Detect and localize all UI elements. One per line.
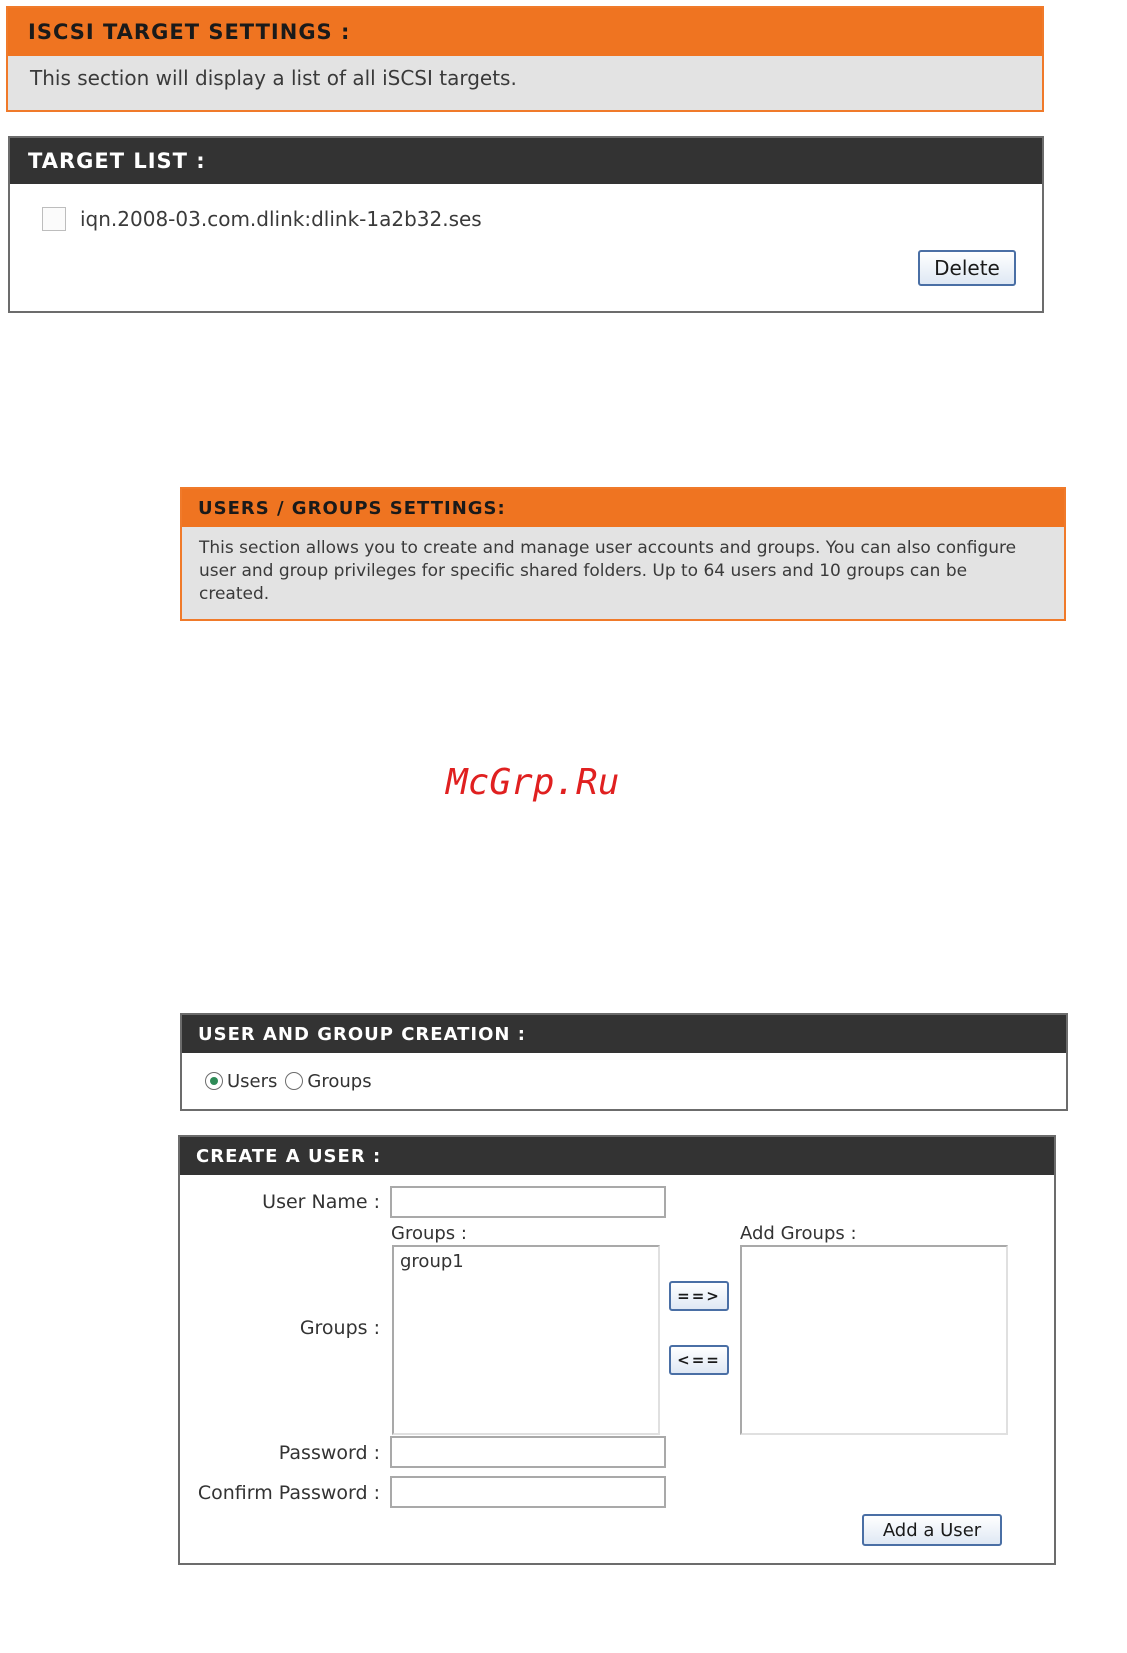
target-list-item: iqn.2008-03.com.dlink:dlink-1a2b32.ses [42, 206, 482, 232]
user-group-creation-title: USER AND GROUP CREATION : [182, 1015, 1066, 1053]
available-groups-list[interactable]: group1 [392, 1245, 660, 1435]
password-input[interactable] [390, 1436, 666, 1468]
users-radio[interactable] [205, 1072, 223, 1090]
delete-button[interactable]: Delete [918, 250, 1016, 286]
iscsi-target-settings-panel: ISCSI TARGET SETTINGS : This section wil… [6, 6, 1044, 112]
selected-groups-list[interactable] [740, 1245, 1008, 1435]
user-group-creation-panel: USER AND GROUP CREATION : Users Groups [180, 1013, 1068, 1111]
available-groups-label: Groups : [391, 1223, 467, 1244]
description-line: This section allows you to create and ma… [199, 538, 1017, 558]
target-iqn-label: iqn.2008-03.com.dlink:dlink-1a2b32.ses [80, 207, 482, 231]
create-user-panel: CREATE A USER : User Name : Groups : Gro… [178, 1135, 1056, 1565]
group-option[interactable]: group1 [400, 1251, 652, 1272]
user-name-label: User Name : [262, 1191, 380, 1213]
confirm-password-input[interactable] [390, 1476, 666, 1508]
iscsi-target-settings-description: This section will display a list of all … [30, 66, 517, 90]
target-list-panel: TARGET LIST : iqn.2008-03.com.dlink:dlin… [8, 136, 1044, 313]
creation-type-radio-group: Users Groups [205, 1069, 372, 1093]
confirm-password-label: Confirm Password : [197, 1482, 380, 1504]
users-groups-settings-description: This section allows you to create and ma… [199, 537, 1016, 606]
description-line: user and group privileges for specific s… [199, 561, 968, 581]
add-user-button[interactable]: Add a User [862, 1514, 1002, 1546]
groups-radio-label: Groups [307, 1070, 372, 1092]
users-radio-label: Users [227, 1070, 278, 1092]
create-user-title: CREATE A USER : [180, 1137, 1054, 1175]
target-list-title: TARGET LIST : [10, 138, 1042, 184]
target-checkbox[interactable] [42, 207, 66, 231]
watermark: McGrp.Ru [446, 762, 620, 803]
groups-label: Groups : [299, 1317, 380, 1339]
users-groups-settings-panel: USERS / GROUPS SETTINGS: This section al… [180, 487, 1066, 621]
groups-radio[interactable] [285, 1072, 304, 1090]
description-line: created. [199, 584, 270, 604]
users-groups-settings-title: USERS / GROUPS SETTINGS: [182, 489, 1064, 527]
radio-selected-dot [210, 1077, 218, 1085]
iscsi-target-settings-title: ISCSI TARGET SETTINGS : [8, 8, 1042, 56]
add-group-arrow-button[interactable]: ==> [669, 1281, 729, 1311]
remove-group-arrow-button[interactable]: <== [669, 1345, 729, 1375]
password-label: Password : [278, 1442, 380, 1464]
user-name-input[interactable] [390, 1186, 666, 1218]
add-groups-label: Add Groups : [740, 1223, 857, 1244]
